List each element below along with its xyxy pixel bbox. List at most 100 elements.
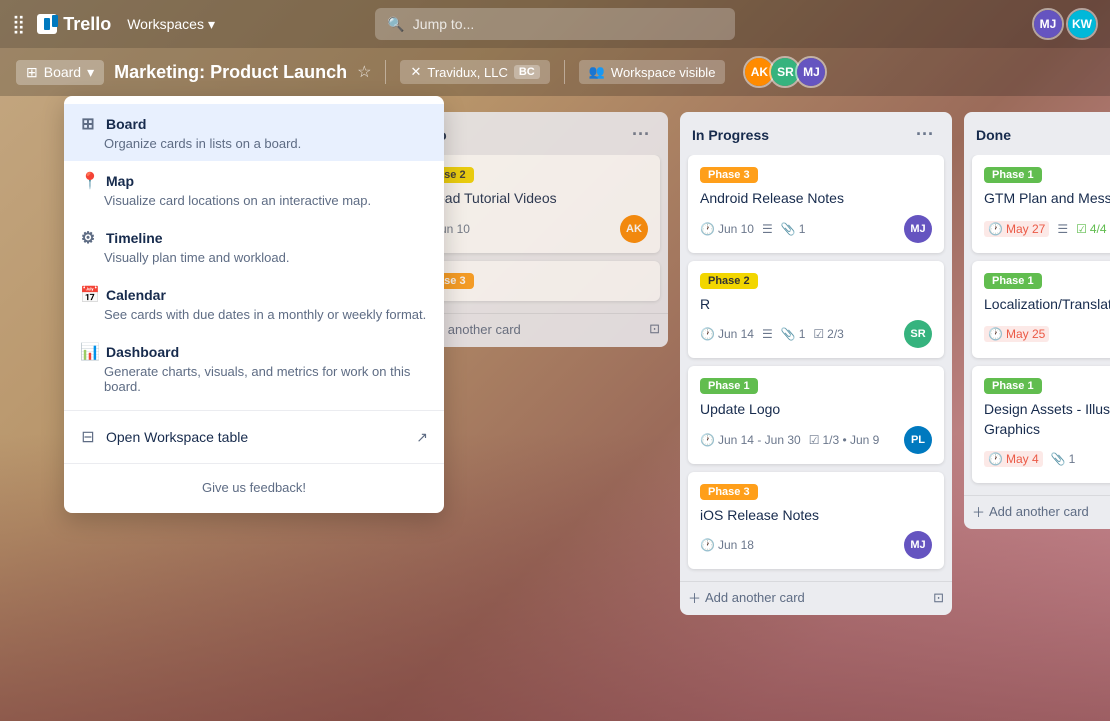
clock-icon: 🕐 [700, 433, 715, 447]
visibility-button[interactable]: 👥 Workspace visible [579, 60, 726, 84]
board-header: ⊞ Board ▾ Marketing: Product Launch ☆ ✕ … [0, 48, 1110, 96]
dropdown-item-timeline[interactable]: ⚙ Timeline Visually plan time and worklo… [64, 218, 444, 275]
card-android-release[interactable]: Phase 3 Android Release Notes 🕐 Jun 10 ☰… [688, 155, 944, 253]
card-avatar: MJ [904, 215, 932, 243]
open-workspace-table-link[interactable]: ⊟ Open Workspace table ↗ [64, 417, 444, 457]
trello-wordmark: Trello [63, 14, 111, 35]
card-gtm-plan[interactable]: Phase 1 GTM Plan and Messaging 🕐 May 27 … [972, 155, 1110, 253]
card-meta: 🕐 Jun 10 ☰ 📎 1 MJ [700, 215, 932, 243]
card-meta: 🕐 May 4 📎 1 JB [984, 445, 1110, 473]
star-icon[interactable]: ☆ [357, 62, 371, 82]
card-template-icon: ⊡ [933, 590, 944, 606]
timeline-menu-icon: ⚙ [80, 228, 96, 248]
workspaces-menu[interactable]: Workspaces ▾ [119, 12, 223, 37]
map-menu-icon: 📍 [80, 171, 96, 191]
member-avatars: AK SR MJ [743, 56, 827, 88]
card-date-overdue: 🕐 May 25 [984, 326, 1049, 342]
trello-logo-mark [37, 14, 57, 34]
card-title: Localization/Translations [984, 295, 1110, 315]
card-avatar: MJ [904, 531, 932, 559]
workspace-code: BC [514, 65, 540, 79]
clock-icon: 🕐 [988, 222, 1003, 236]
card-checklist: ☑ 1/3 • Jun 9 [809, 433, 880, 447]
card-avatar: SR [904, 320, 932, 348]
card-title: iOS Release Notes [700, 506, 932, 526]
dropdown-item-calendar[interactable]: 📅 Calendar See cards with due dates in a… [64, 275, 444, 332]
column-cards-in-progress: Phase 3 Android Release Notes 🕐 Jun 10 ☰… [680, 155, 952, 577]
card-date: 🕐 Jun 14 [700, 327, 754, 341]
card-title: Update Logo [700, 400, 932, 420]
card-label-phase1: Phase 1 [700, 378, 758, 394]
nav-right: MJ KW [1032, 8, 1098, 40]
column-header-done: Done ··· [964, 112, 1110, 155]
clock-icon: 🕐 [988, 327, 1003, 341]
external-link-icon: ↗ [416, 429, 428, 446]
card-desc-icon: ☰ [762, 222, 773, 236]
dashboard-menu-icon: 📊 [80, 342, 96, 362]
board-view-button[interactable]: ⊞ Board ▾ [16, 60, 104, 85]
card-title: Design Assets - Illustrations and Graphi… [984, 400, 1110, 439]
search-bar[interactable]: 🔍 Jump to... [375, 8, 735, 40]
card-ios-release[interactable]: Phase 3 iOS Release Notes 🕐 Jun 18 MJ [688, 472, 944, 570]
grid-icon[interactable]: ⣿ [12, 14, 25, 35]
add-card-footer-done[interactable]: ＋ Add another card ⊡ [964, 495, 1110, 529]
trello-logo[interactable]: Trello [37, 14, 111, 35]
paperclip-icon: 📎 [781, 327, 796, 341]
dropdown-divider [64, 410, 444, 411]
card-date-overdue: 🕐 May 27 [984, 221, 1049, 237]
card-r[interactable]: Phase 2 R 🕐 Jun 14 ☰ 📎 1 ☑ 2/3 [688, 261, 944, 359]
card-update-logo[interactable]: Phase 1 Update Logo 🕐 Jun 14 - Jun 30 ☑ … [688, 366, 944, 464]
card-title: R [700, 295, 932, 315]
add-card-footer-in-progress[interactable]: ＋ Add another card ⊡ [680, 581, 952, 615]
card-checklist-done: ☑ 4/4 [1076, 222, 1106, 236]
card-label-phase1: Phase 1 [984, 273, 1042, 289]
workspace-badge[interactable]: ✕ Travidux, LLC BC [400, 60, 549, 84]
card-meta: 🕐 May 25 KW [984, 320, 1110, 348]
clock-icon: 🕐 [988, 452, 1003, 466]
card-title: GTM Plan and Messaging [984, 189, 1110, 209]
column-in-progress: In Progress ··· Phase 3 Android Release … [680, 112, 952, 615]
card-avatar: PL [904, 426, 932, 454]
card-localization[interactable]: Phase 1 Localization/Translations 🕐 May … [972, 261, 1110, 359]
visibility-icon: 👥 [589, 64, 605, 80]
clock-icon: 🕐 [700, 538, 715, 552]
dropdown-item-board[interactable]: ⊞ Board Organize cards in lists on a boa… [64, 104, 444, 161]
column-done: Done ··· Phase 1 GTM Plan and Messaging … [964, 112, 1110, 529]
board-menu-icon: ⊞ [80, 114, 96, 134]
card-meta: 🕐 Jun 18 MJ [700, 531, 932, 559]
card-date-range: 🕐 Jun 14 - Jun 30 [700, 433, 801, 447]
card-title: Android Release Notes [700, 189, 932, 209]
plus-icon: ＋ [972, 502, 985, 521]
clock-icon: 🕐 [700, 222, 715, 236]
card-title: Upload Tutorial Videos [416, 189, 648, 209]
avatar-2[interactable]: KW [1066, 8, 1098, 40]
card-attachments: 📎 1 [1051, 452, 1076, 466]
card-label-phase2: Phase 2 [700, 273, 758, 289]
column-menu-in-progress[interactable]: ··· [910, 122, 940, 147]
checklist-icon: ☑ [1076, 222, 1087, 236]
divider [385, 60, 386, 84]
card-label-phase3: Phase 3 [700, 484, 758, 500]
chevron-down-icon: ▾ [87, 64, 94, 81]
top-nav: ⣿ Trello Workspaces ▾ 🔍 Jump to... MJ KW [0, 0, 1110, 48]
dropdown-item-map[interactable]: 📍 Map Visualize card locations on an int… [64, 161, 444, 218]
card-label-phase1: Phase 1 [984, 167, 1042, 183]
search-icon: 🔍 [387, 16, 404, 33]
board-icon: ⊞ [26, 64, 38, 81]
card-attachments: 📎 1 [781, 222, 806, 236]
checklist-icon: ☑ [813, 327, 824, 341]
dropdown-item-dashboard[interactable]: 📊 Dashboard Generate charts, visuals, an… [64, 332, 444, 404]
divider [564, 60, 565, 84]
dropdown-divider-2 [64, 463, 444, 464]
member-avatar-3[interactable]: MJ [795, 56, 827, 88]
avatar-1[interactable]: MJ [1032, 8, 1064, 40]
card-meta: 🕐 Jun 10 AK [416, 215, 648, 243]
column-menu-todo[interactable]: ··· [626, 122, 656, 147]
card-desc-icon: ☰ [1057, 222, 1068, 236]
feedback-link[interactable]: Give us feedback! [64, 470, 444, 505]
checklist-icon: ☑ [809, 433, 820, 447]
card-label-phase3: Phase 3 [700, 167, 758, 183]
card-design-assets[interactable]: Phase 1 Design Assets - Illustrations an… [972, 366, 1110, 483]
card-date-overdue: 🕐 May 4 [984, 451, 1043, 467]
card-meta: 🕐 Jun 14 - Jun 30 ☑ 1/3 • Jun 9 PL [700, 426, 932, 454]
